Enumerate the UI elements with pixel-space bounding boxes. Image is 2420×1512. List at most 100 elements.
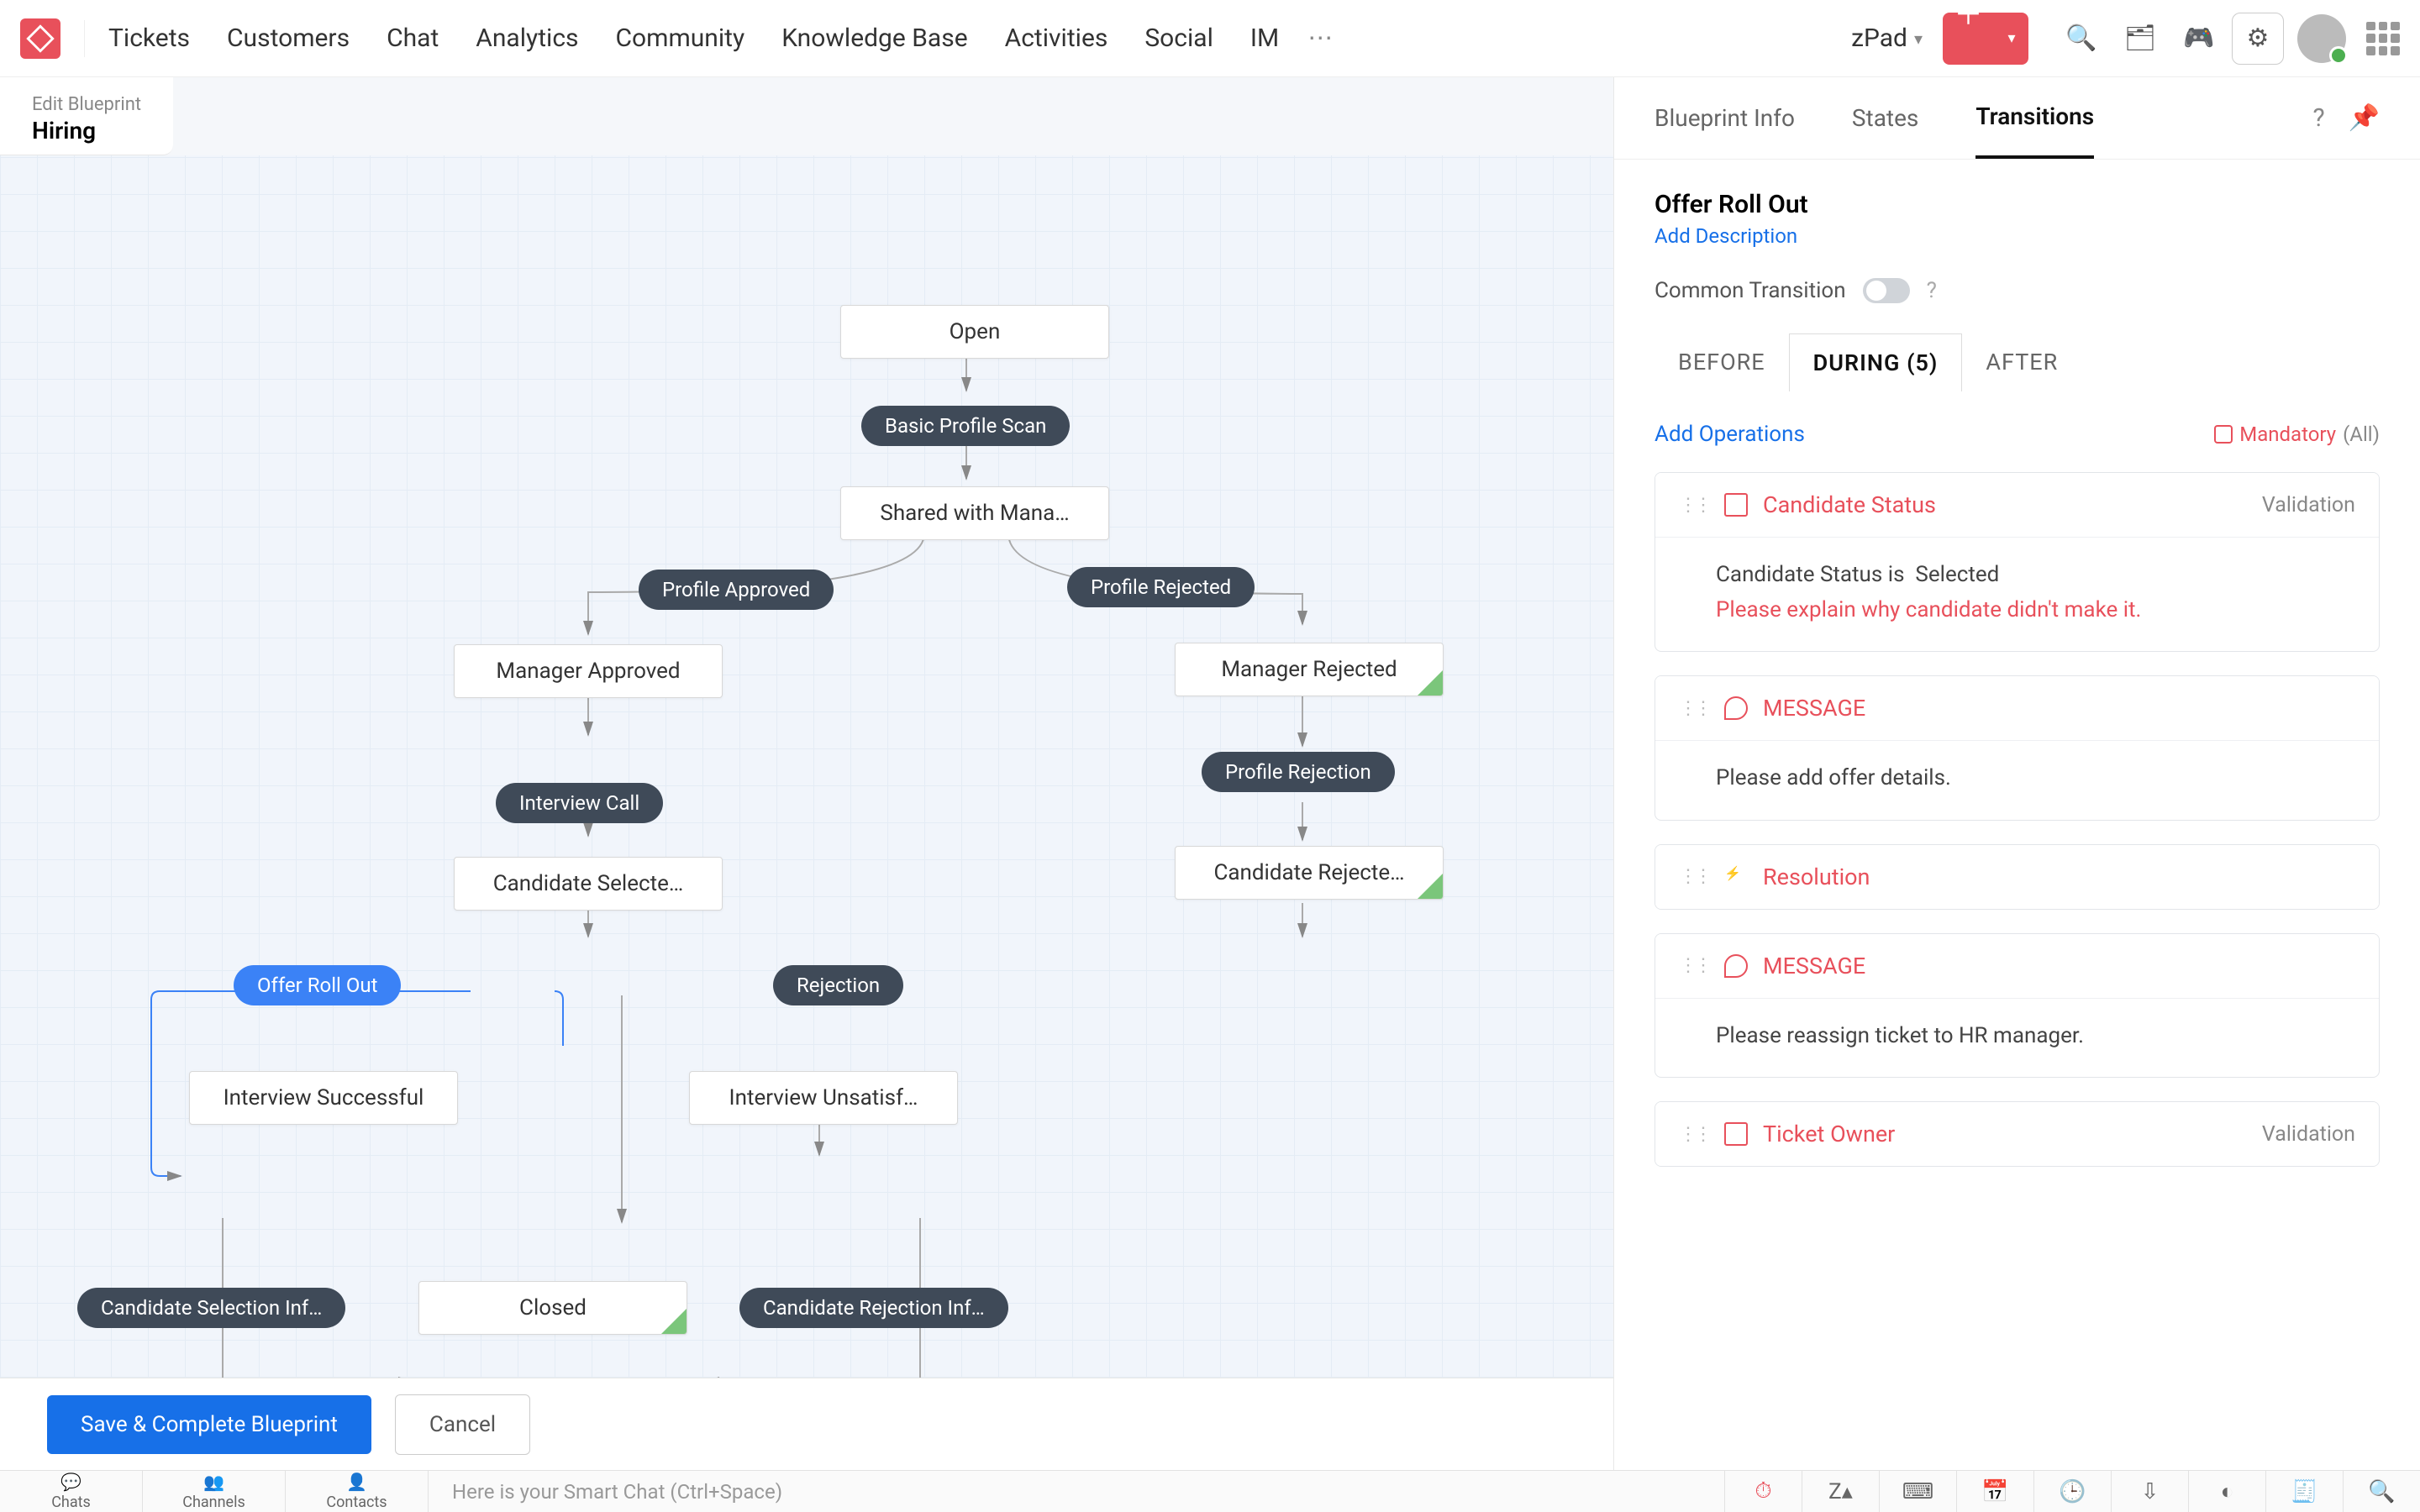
bottom-tab-chats[interactable]: 💬Chats	[0, 1471, 143, 1512]
keyboard-icon[interactable]: ⌨	[1879, 1471, 1956, 1512]
message-icon	[1724, 954, 1748, 978]
bottom-tab-label: Chats	[51, 1494, 91, 1511]
save-complete-button[interactable]: Save & Complete Blueprint	[47, 1395, 371, 1454]
state-open[interactable]: Open	[840, 305, 1109, 359]
state-interview-unsatisfactory[interactable]: Interview Unsatisf…	[689, 1071, 958, 1125]
transition-candidate-selection-info[interactable]: Candidate Selection Inf…	[77, 1288, 345, 1328]
mandatory-indicator[interactable]: Mandatory (All)	[2214, 423, 2380, 446]
bottom-tab-contacts[interactable]: 👤Contacts	[286, 1471, 429, 1512]
blueprint-canvas[interactable]: Open Basic Profile Scan Shared with Mana…	[0, 155, 1613, 1378]
user-avatar[interactable]	[2297, 14, 2346, 63]
game-icon[interactable]: 🎮	[2173, 13, 2225, 65]
contacts-icon: 👤	[346, 1472, 367, 1492]
bottom-tab-channels[interactable]: 👥Channels	[143, 1471, 286, 1512]
operation-card[interactable]: ⋮⋮ ⚡ Resolution	[1655, 844, 2380, 910]
nav-social[interactable]: Social	[1144, 24, 1213, 53]
operation-card[interactable]: ⋮⋮ Ticket Owner Validation	[1655, 1101, 2380, 1167]
gear-icon	[2214, 425, 2233, 444]
create-button[interactable]: ＋ ▾	[1943, 13, 2028, 65]
drag-handle-icon[interactable]: ⋮⋮	[1679, 866, 1709, 887]
common-transition-toggle[interactable]	[1863, 278, 1910, 303]
field-icon	[1724, 493, 1748, 517]
mandatory-label: Mandatory	[2239, 423, 2336, 446]
channels-icon: 👥	[203, 1472, 224, 1492]
nav-community[interactable]: Community	[616, 24, 745, 53]
tab-states[interactable]: States	[1852, 77, 1918, 159]
validation-label: Validation	[2262, 493, 2355, 517]
drag-handle-icon[interactable]: ⋮⋮	[1679, 1124, 1709, 1145]
transition-rejection[interactable]: Rejection	[773, 965, 903, 1005]
nav-tickets[interactable]: Tickets	[108, 24, 190, 53]
transition-profile-rejected[interactable]: Profile Rejected	[1067, 567, 1255, 607]
nav-more-icon[interactable]: ⋯	[1307, 24, 1333, 53]
nav-customers[interactable]: Customers	[227, 24, 350, 53]
nav-kb[interactable]: Knowledge Base	[781, 24, 967, 53]
state-candidate-selected[interactable]: Candidate Selecte…	[454, 857, 723, 911]
nav-activities[interactable]: Activities	[1005, 24, 1108, 53]
transition-basic-profile-scan[interactable]: Basic Profile Scan	[861, 406, 1070, 446]
search-icon[interactable]: 🔍	[2055, 13, 2107, 65]
za-icon[interactable]: Z▴	[1802, 1471, 1879, 1512]
drag-handle-icon[interactable]: ⋮⋮	[1679, 698, 1709, 719]
tab-blueprint-info[interactable]: Blueprint Info	[1655, 77, 1795, 159]
message-icon	[1724, 696, 1748, 720]
bolt-icon: ⚡	[1724, 865, 1748, 889]
calendar-icon[interactable]: 📅	[1956, 1471, 2033, 1512]
operation-name: Ticket Owner	[1763, 1121, 1895, 1147]
transition-interview-call[interactable]: Interview Call	[496, 783, 663, 823]
subtab-during[interactable]: DURING (5)	[1789, 333, 1963, 391]
operation-card[interactable]: ⋮⋮ Candidate Status Validation Candidate…	[1655, 472, 2380, 652]
pin-icon[interactable]: 📌	[2349, 103, 2380, 133]
transition-profile-approved[interactable]: Profile Approved	[639, 570, 834, 610]
state-manager-approved[interactable]: Manager Approved	[454, 644, 723, 698]
operation-card[interactable]: ⋮⋮ MESSAGE Please reassign ticket to HR …	[1655, 933, 2380, 1079]
nav-chat[interactable]: Chat	[387, 24, 439, 53]
settings-icon[interactable]: ⚙	[2232, 13, 2284, 65]
nav-separator	[84, 20, 85, 57]
state-candidate-rejected[interactable]: Candidate Rejecte…	[1175, 846, 1444, 900]
op-body-text: Please add offer details.	[1655, 740, 2379, 820]
subtab-before[interactable]: BEFORE	[1655, 333, 1789, 391]
create-dropdown-icon[interactable]: ▾	[1995, 13, 2028, 65]
workspace-name: zPad	[1851, 24, 1907, 53]
drag-handle-icon[interactable]: ⋮⋮	[1679, 495, 1709, 516]
state-closed[interactable]: Closed	[418, 1281, 687, 1335]
timer-icon[interactable]: ⏱	[1724, 1471, 1802, 1512]
state-manager-rejected[interactable]: Manager Rejected	[1175, 643, 1444, 696]
receipt-icon[interactable]: 🧾	[2265, 1471, 2343, 1512]
dark-mode-icon[interactable]: ◐	[2188, 1471, 2265, 1512]
nav-analytics[interactable]: Analytics	[476, 24, 578, 53]
common-transition-help-icon[interactable]: ?	[1927, 278, 1937, 303]
field-icon	[1724, 1122, 1748, 1146]
transition-title: Offer Roll Out	[1655, 190, 2380, 219]
operation-card[interactable]: ⋮⋮ MESSAGE Please add offer details.	[1655, 675, 2380, 821]
nav-im[interactable]: IM	[1250, 24, 1279, 53]
bottom-search-icon[interactable]: 🔍	[2343, 1471, 2420, 1512]
download-icon[interactable]: ⇩	[2111, 1471, 2188, 1512]
clock-icon[interactable]: 🕒	[2033, 1471, 2111, 1512]
drag-handle-icon[interactable]: ⋮⋮	[1679, 955, 1709, 976]
smart-chat-input[interactable]: Here is your Smart Chat (Ctrl+Space)	[429, 1480, 1724, 1504]
workspace-switcher[interactable]: zPad ▾	[1851, 24, 1923, 53]
help-icon[interactable]: ?	[2312, 103, 2324, 133]
tab-transitions[interactable]: Transitions	[1975, 77, 2094, 159]
transition-candidate-rejection-info[interactable]: Candidate Rejection Inf…	[739, 1288, 1008, 1328]
cancel-button[interactable]: Cancel	[395, 1394, 530, 1455]
blueprint-header: Edit Blueprint Hiring	[0, 77, 173, 155]
transition-profile-rejection[interactable]: Profile Rejection	[1202, 752, 1395, 792]
edit-blueprint-label: Edit Blueprint	[32, 94, 141, 115]
operation-name: Candidate Status	[1763, 491, 1936, 518]
subtab-after[interactable]: AFTER	[1962, 333, 2081, 391]
add-description-link[interactable]: Add Description	[1655, 224, 1797, 248]
op-body-text: Please reassign ticket to HR manager.	[1655, 998, 2379, 1078]
validation-label: Validation	[2262, 1122, 2355, 1147]
op-body-text: Candidate Status is	[1716, 562, 1905, 587]
state-interview-successful[interactable]: Interview Successful	[189, 1071, 458, 1125]
transition-offer-roll-out[interactable]: Offer Roll Out	[234, 965, 401, 1005]
apps-grid-icon[interactable]	[2366, 22, 2400, 55]
inbox-icon[interactable]: 🗂	[2114, 13, 2166, 65]
operation-name: MESSAGE	[1763, 695, 1865, 722]
app-logo[interactable]	[20, 18, 60, 59]
state-shared-with-manager[interactable]: Shared with Mana…	[840, 486, 1109, 540]
add-operations-link[interactable]: Add Operations	[1655, 422, 1805, 447]
